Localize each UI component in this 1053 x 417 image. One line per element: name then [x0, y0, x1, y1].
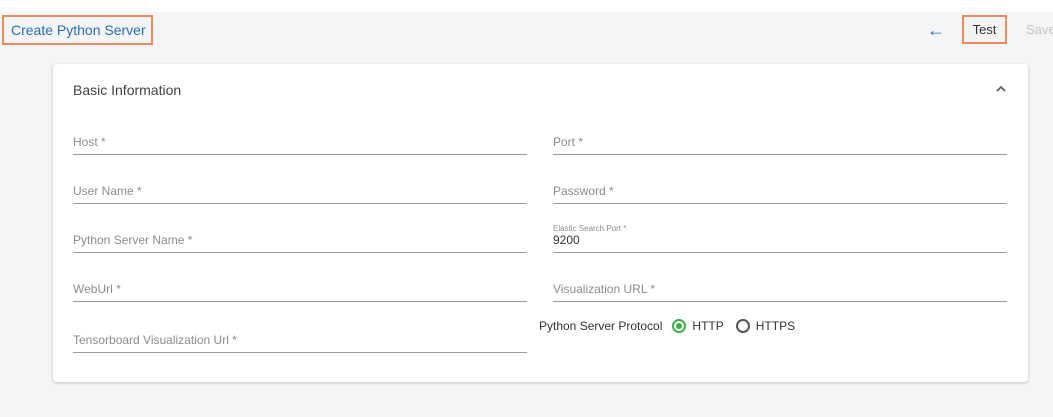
- elastic-search-port-label: Elastic Search Port *: [553, 224, 627, 233]
- user-name-field[interactable]: User Name *: [73, 169, 527, 204]
- visualization-url-field[interactable]: Visualization URL *: [553, 267, 1007, 302]
- visualization-url-placeholder: Visualization URL *: [553, 282, 656, 296]
- chevron-up-icon[interactable]: [994, 82, 1008, 96]
- python-server-name-placeholder: Python Server Name *: [73, 233, 193, 247]
- python-server-name-field[interactable]: Python Server Name *: [73, 218, 527, 253]
- weburl-placeholder: WebUrl *: [73, 282, 121, 296]
- elastic-search-port-value: 9200: [553, 233, 580, 247]
- radio-http[interactable]: [672, 319, 687, 333]
- basic-information-card: Basic Information Host * Port * User Nam…: [53, 64, 1028, 382]
- test-button[interactable]: Test: [962, 15, 1007, 44]
- elastic-search-port-field[interactable]: Elastic Search Port * 9200: [553, 218, 1007, 253]
- radio-http-label[interactable]: HTTP: [692, 319, 723, 333]
- password-placeholder: Password *: [553, 184, 614, 198]
- user-name-placeholder: User Name *: [73, 184, 142, 198]
- tensorboard-visualization-url-field[interactable]: Tensorboard Visualization Url *: [73, 318, 527, 353]
- back-arrow-icon[interactable]: ←: [926, 20, 946, 40]
- radio-https-label[interactable]: HTTPS: [756, 319, 795, 333]
- radio-https[interactable]: [735, 319, 750, 333]
- section-title: Basic Information: [73, 82, 182, 98]
- host-placeholder: Host *: [73, 135, 106, 149]
- port-field[interactable]: Port *: [553, 120, 1007, 155]
- password-field[interactable]: Password *: [553, 169, 1007, 204]
- save-button[interactable]: Save: [1026, 15, 1053, 44]
- tensorboard-visualization-url-placeholder: Tensorboard Visualization Url *: [73, 333, 237, 347]
- host-field[interactable]: Host *: [73, 120, 527, 155]
- protocol-radio-group: Python Server Protocol HTTP HTTPS: [539, 314, 807, 338]
- protocol-label: Python Server Protocol: [539, 319, 663, 333]
- weburl-field[interactable]: WebUrl *: [73, 267, 527, 302]
- page-title: Create Python Server: [2, 15, 153, 45]
- port-placeholder: Port *: [553, 135, 584, 149]
